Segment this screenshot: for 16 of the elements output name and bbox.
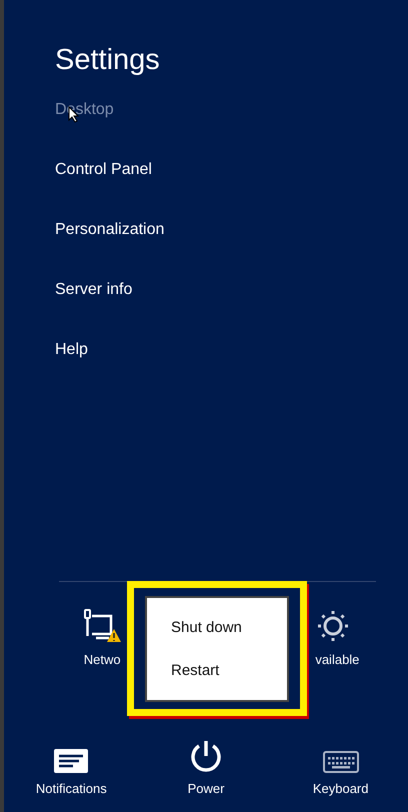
tile-label[interactable]: Keyboard [312, 781, 368, 796]
settings-link[interactable]: Help [55, 339, 88, 361]
tile-label: Netwo [84, 652, 121, 667]
keyboard-icon [322, 751, 359, 773]
settings-link[interactable]: Control Panel [55, 159, 152, 181]
power-icon [188, 739, 223, 773]
tile-label: vailable [315, 652, 360, 667]
tile-label[interactable]: Power [188, 781, 224, 796]
menu-item[interactable]: Restart [171, 662, 287, 678]
settings-link[interactable]: Personalization [55, 219, 164, 241]
menu-item[interactable]: Shut down [171, 618, 287, 636]
notifications-icon [54, 749, 88, 773]
network-icon [84, 609, 112, 640]
settings-link[interactable]: Server info [55, 279, 132, 301]
panel-title: Settings [55, 44, 161, 77]
tile-label[interactable]: Notifications [36, 781, 107, 796]
